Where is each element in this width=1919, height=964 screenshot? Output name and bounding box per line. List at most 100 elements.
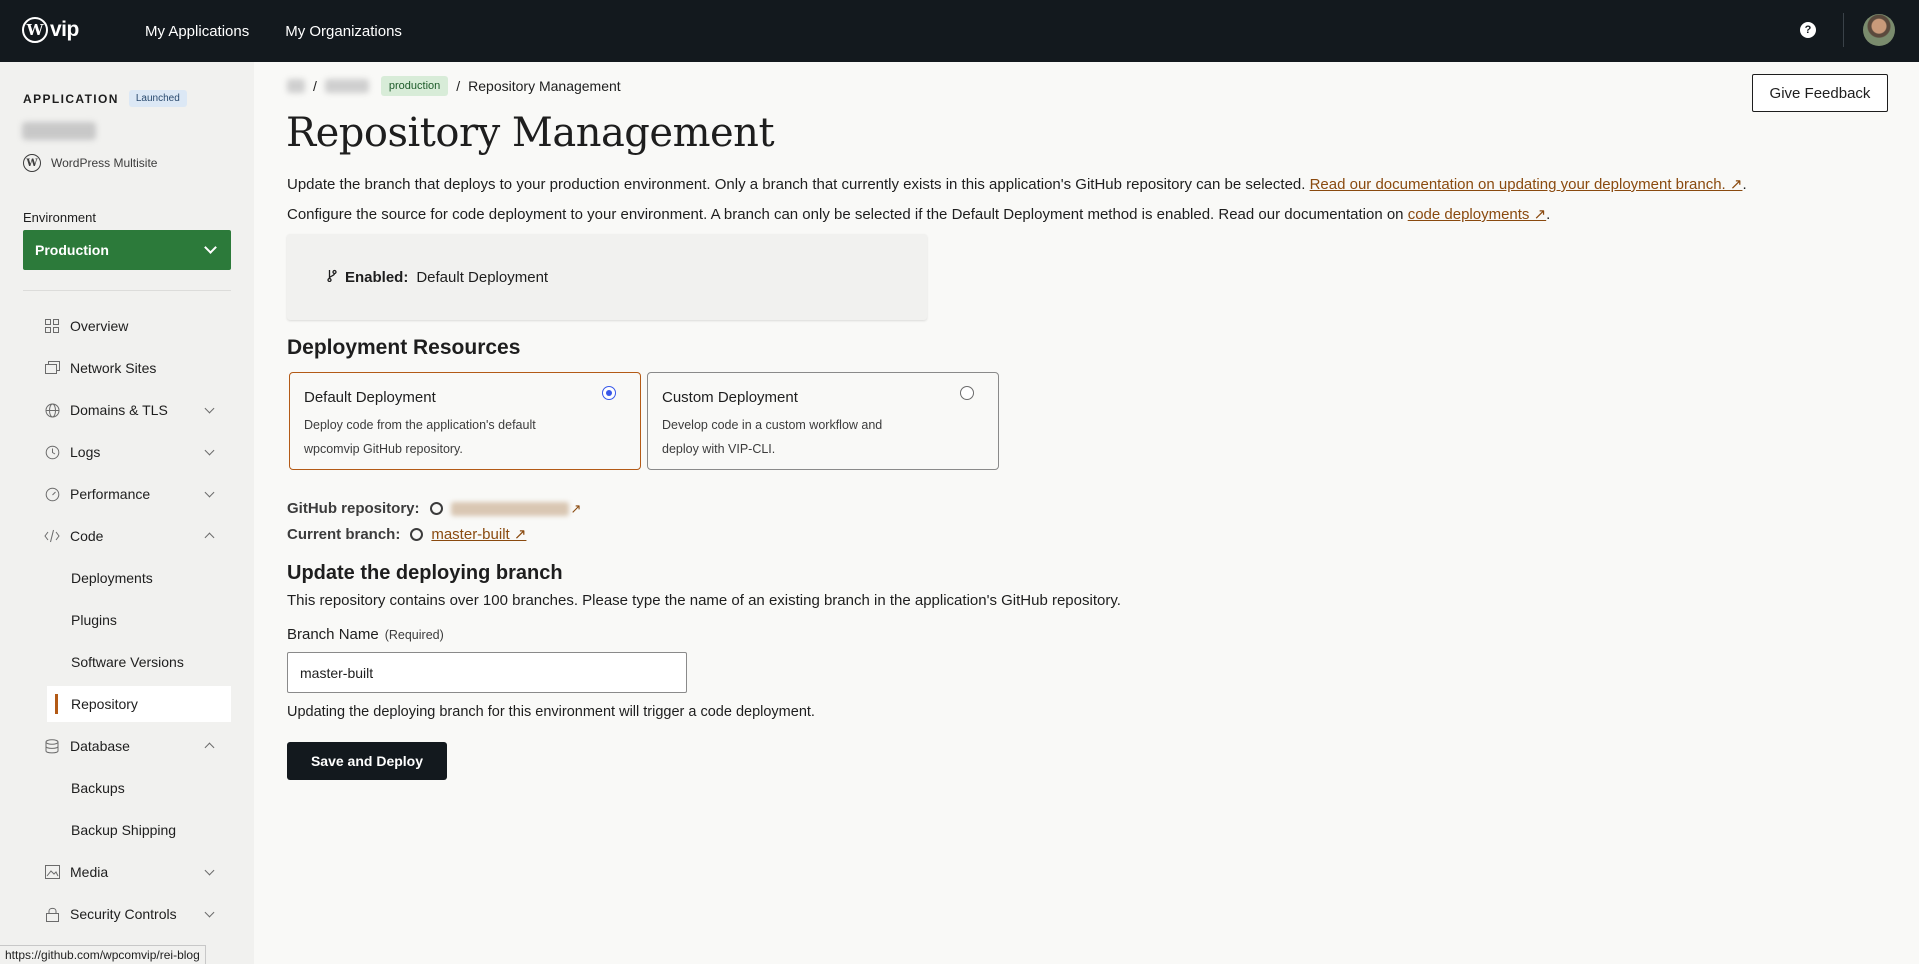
- sidebar-item-security-controls[interactable]: Security Controls: [44, 896, 231, 932]
- chevron-down-icon: [204, 445, 215, 456]
- topbar-divider: [1843, 13, 1844, 47]
- chevron-down-icon: [204, 241, 217, 254]
- sidebar-item-label: Database: [70, 738, 130, 754]
- save-and-deploy-button[interactable]: Save and Deploy: [287, 742, 447, 780]
- chevron-down-icon: [204, 865, 215, 876]
- sidebar-item-media[interactable]: Media: [44, 854, 231, 890]
- help-icon[interactable]: ?: [1800, 22, 1816, 38]
- sidebar-item-label: Overview: [70, 318, 129, 334]
- radio-button-unchecked[interactable]: [960, 386, 974, 400]
- source-description: Configure the source for code deployment…: [287, 205, 1550, 223]
- breadcrumb-separator: /: [456, 78, 461, 94]
- sidebar-item-logs[interactable]: Logs: [44, 434, 231, 470]
- give-feedback-button[interactable]: Give Feedback: [1752, 74, 1888, 112]
- sidebar-item-label: Logs: [70, 444, 101, 460]
- sidebar-subitem-label: Deployments: [71, 570, 153, 586]
- globe-icon: [44, 402, 60, 418]
- source-description-text: Configure the source for code deployment…: [287, 206, 1408, 223]
- environment-select[interactable]: Production: [23, 230, 231, 270]
- application-type-label: WordPress Multisite: [51, 156, 158, 170]
- enabled-value: Default Deployment: [416, 268, 549, 286]
- environment-value: Production: [35, 242, 109, 258]
- nav-my-organizations[interactable]: My Organizations: [285, 23, 402, 40]
- sidebar-subitem-label: Repository: [71, 696, 138, 712]
- current-branch-label: Current branch:: [287, 525, 401, 543]
- sidebar-item-overview[interactable]: Overview: [44, 308, 231, 344]
- current-branch-row: Current branch: master-built ↗: [287, 525, 526, 544]
- external-link-icon[interactable]: ↗: [571, 501, 582, 517]
- update-branch-note: Updating the deploying branch for this e…: [287, 704, 815, 720]
- code-deployments-link[interactable]: code deployments ↗: [1408, 206, 1546, 223]
- description-period: .: [1546, 206, 1551, 223]
- option-description: Develop code in a custom workflow and de…: [662, 418, 883, 456]
- top-nav: My Applications My Organizations: [145, 0, 438, 62]
- vip-logo[interactable]: W vip: [22, 17, 79, 43]
- option-title: Custom Deployment: [662, 389, 798, 406]
- radio-button-checked[interactable]: [602, 386, 616, 400]
- application-label: APPLICATION: [23, 91, 119, 106]
- chevron-up-icon: [204, 742, 215, 753]
- github-icon: [429, 502, 443, 515]
- sidebar-subitem-label: Software Versions: [71, 654, 184, 670]
- environment-label: Environment: [23, 210, 96, 225]
- sidebar-subitem-backup-shipping[interactable]: Backup Shipping: [47, 812, 231, 848]
- nav-my-applications[interactable]: My Applications: [145, 23, 249, 40]
- application-type: W WordPress Multisite: [23, 154, 157, 172]
- branch-description: Update the branch that deploys to your p…: [287, 175, 1747, 193]
- sidebar-subitem-backups[interactable]: Backups: [47, 770, 231, 806]
- gauge-icon: [44, 486, 60, 502]
- breadcrumb-org-redacted[interactable]: [287, 79, 305, 93]
- application-header: APPLICATION Launched: [23, 90, 187, 107]
- sidebar-subitem-label: Backup Shipping: [71, 822, 177, 838]
- media-icon: [44, 864, 60, 880]
- top-bar: W vip My Applications My Organizations ?: [0, 0, 1919, 62]
- grid-icon: [44, 318, 60, 334]
- sidebar-item-label: Media: [70, 864, 109, 880]
- sidebar-item-label: Security Controls: [70, 906, 177, 922]
- branch-description-text: Update the branch that deploys to your p…: [287, 176, 1310, 193]
- github-repository-row: GitHub repository: ↗: [287, 500, 581, 517]
- option-title: Default Deployment: [304, 389, 436, 406]
- sidebar-item-network-sites[interactable]: Network Sites: [44, 350, 231, 386]
- sidebar-subitem-repository[interactable]: Repository: [47, 686, 231, 722]
- sidebar-subitem-label: Plugins: [71, 612, 117, 628]
- sidebar-item-label: Network Sites: [70, 360, 157, 376]
- sidebar-item-code[interactable]: Code: [44, 518, 231, 554]
- chevron-down-icon: [204, 487, 215, 498]
- option-description: Deploy code from the application's defau…: [304, 418, 536, 456]
- branch-name-label-text: Branch Name: [287, 626, 379, 643]
- chevron-down-icon: [204, 907, 215, 918]
- breadcrumb-current: Repository Management: [468, 78, 621, 94]
- breadcrumb-app-redacted[interactable]: [324, 79, 369, 93]
- sidebar-item-database[interactable]: Database: [44, 728, 231, 764]
- sidebar-item-label: Performance: [70, 486, 151, 502]
- lock-icon: [44, 906, 60, 922]
- sidebar: APPLICATION Launched W WordPress Multisi…: [0, 62, 254, 964]
- sidebar-subitem-software-versions[interactable]: Software Versions: [47, 644, 231, 680]
- launched-badge: Launched: [128, 90, 187, 107]
- user-avatar[interactable]: [1863, 14, 1895, 46]
- sidebar-item-label: Code: [70, 528, 104, 544]
- default-deployment-option[interactable]: Default Deployment Deploy code from the …: [289, 372, 641, 470]
- sidebar-subitem-deployments[interactable]: Deployments: [47, 560, 231, 596]
- update-branch-description: This repository contains over 100 branch…: [287, 592, 1121, 609]
- sites-icon: [44, 360, 60, 376]
- branch-name-input[interactable]: [287, 652, 687, 693]
- description-period: .: [1742, 176, 1747, 193]
- required-indicator: (Required): [384, 628, 444, 642]
- docs-deployment-branch-link[interactable]: Read our documentation on updating your …: [1310, 176, 1743, 193]
- branch-name-label: Branch Name (Required): [287, 626, 444, 643]
- sidebar-subitem-plugins[interactable]: Plugins: [47, 602, 231, 638]
- deployment-resources-heading: Deployment Resources: [287, 336, 521, 359]
- github-repository-label: GitHub repository:: [287, 500, 420, 517]
- breadcrumb-separator: /: [313, 78, 317, 94]
- application-name-redacted: [22, 122, 96, 140]
- github-repository-link-redacted[interactable]: [450, 501, 569, 516]
- current-branch-link[interactable]: master-built ↗: [431, 525, 526, 543]
- custom-deployment-option[interactable]: Custom Deployment Develop code in a cust…: [647, 372, 999, 470]
- environment-badge: production: [380, 76, 449, 96]
- browser-status-url: https://github.com/wpcomvip/rei-blog: [0, 945, 206, 964]
- sidebar-item-domains[interactable]: Domains & TLS: [44, 392, 231, 428]
- page-title: Repository Management: [286, 110, 775, 156]
- sidebar-item-performance[interactable]: Performance: [44, 476, 231, 512]
